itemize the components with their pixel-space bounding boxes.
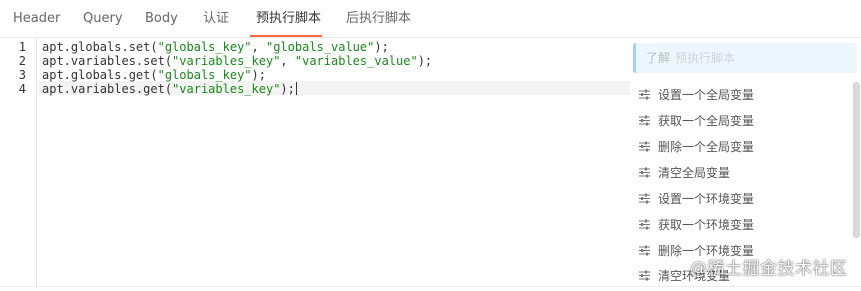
watermark-text: @稀土掘金技术社区 (690, 259, 848, 279)
code-token: , (280, 54, 295, 68)
sliders-icon (639, 193, 650, 204)
code-token: ); (417, 54, 433, 68)
code-token: apt.globals.get( (42, 68, 158, 82)
code-token: ); (251, 68, 266, 82)
divider (0, 286, 861, 287)
code-editor[interactable]: 1 2 3 4 apt.globals.set("globals_key", "… (0, 38, 630, 288)
code-line[interactable]: apt.globals.set("globals_key", "globals_… (42, 40, 389, 54)
code-token: ); (374, 40, 389, 54)
text-cursor (295, 82, 297, 95)
request-tabs: Header Query Body 认证 预执行脚本 后执行脚本 (0, 0, 861, 38)
code-string: "globals_key" (157, 68, 252, 82)
info-banner: 了解 预执行脚本 (633, 43, 857, 73)
snippet-label: 设置一个全局变量 (658, 88, 755, 102)
snippet-label: 设置一个环境变量 (658, 192, 755, 206)
snippet-label: 删除一个全局变量 (658, 140, 755, 154)
snippet-label: 获取一个全局变量 (658, 114, 755, 128)
tab-body[interactable]: Body (145, 0, 178, 38)
tab-query[interactable]: Query (83, 0, 123, 38)
sliders-icon (639, 270, 650, 281)
tab-header[interactable]: Header (13, 0, 60, 38)
snippet-panel: 了解 预执行脚本 设置一个全局变量 获取一个全局变量 删除一个全局变量 清空全局… (630, 38, 861, 288)
sliders-icon (639, 245, 650, 256)
line-number: 2 (18, 54, 26, 68)
code-string: "variables_value" (294, 54, 418, 68)
code-line[interactable]: apt.variables.get("variables_key"); (42, 82, 297, 96)
tab-auth[interactable]: 认证 (203, 0, 229, 38)
code-token: ); (280, 82, 295, 96)
line-number: 1 (18, 40, 26, 54)
info-banner-text: 预执行脚本 (675, 51, 736, 65)
code-line[interactable]: apt.variables.set("variables_key", "vari… (42, 54, 432, 68)
tab-pre-script[interactable]: 预执行脚本 (256, 0, 321, 38)
sliders-icon (639, 167, 650, 178)
snippet-label: 清空全局变量 (658, 166, 731, 180)
sliders-icon (639, 141, 650, 152)
line-number-gutter: 1 2 3 4 (0, 38, 37, 288)
code-token: apt.variables.set( (42, 54, 173, 68)
code-line[interactable]: apt.globals.get("globals_key"); (42, 68, 266, 82)
code-string: "variables_key" (172, 54, 281, 68)
code-string: "globals_value" (265, 40, 375, 54)
script-editor-page: Header Query Body 认证 预执行脚本 后执行脚本 1 2 3 4… (0, 0, 861, 291)
sliders-icon (639, 89, 650, 100)
code-token: apt.globals.set( (42, 40, 158, 54)
code-string: "variables_key" (172, 82, 281, 96)
snippet-label: 获取一个环境变量 (658, 218, 755, 232)
active-tab-indicator (250, 35, 322, 37)
code-token: , (251, 40, 266, 54)
learn-more-link[interactable]: 了解 (646, 51, 670, 65)
code-string: "globals_key" (157, 40, 252, 54)
tab-post-script[interactable]: 后执行脚本 (346, 0, 411, 38)
sliders-icon (639, 115, 650, 126)
panel-scrollbar[interactable] (853, 82, 860, 238)
line-number: 4 (18, 82, 26, 96)
code-token: apt.variables.get( (42, 82, 173, 96)
sliders-icon (639, 219, 650, 230)
line-number: 3 (18, 68, 26, 82)
